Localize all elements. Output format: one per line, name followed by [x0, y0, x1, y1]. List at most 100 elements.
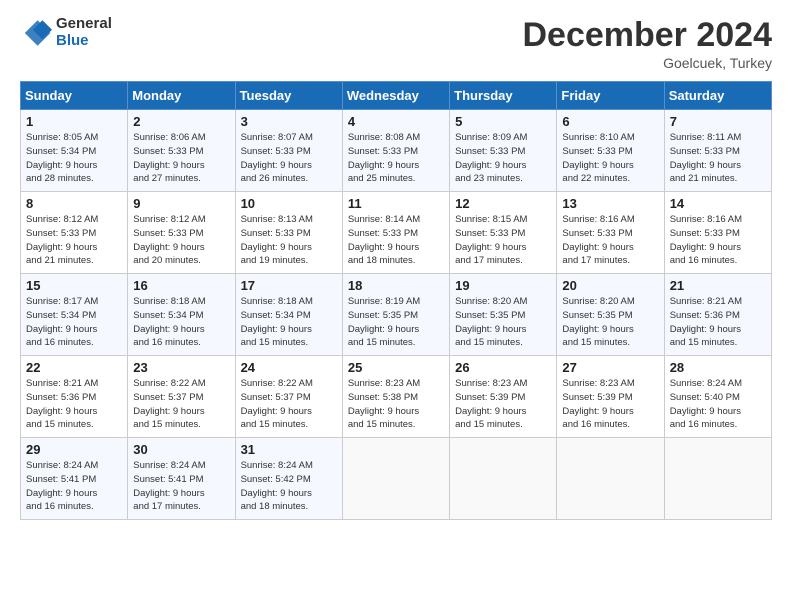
day-number: 17 [241, 278, 337, 293]
day-number: 25 [348, 360, 444, 375]
day-number: 1 [26, 114, 122, 129]
day-number: 7 [670, 114, 766, 129]
title-area: December 2024 Goelcuek, Turkey [522, 16, 772, 71]
day-detail: Sunrise: 8:24 AM Sunset: 5:40 PM Dayligh… [670, 377, 766, 432]
day-detail: Sunrise: 8:21 AM Sunset: 5:36 PM Dayligh… [26, 377, 122, 432]
day-detail: Sunrise: 8:19 AM Sunset: 5:35 PM Dayligh… [348, 295, 444, 350]
calendar-cell: 23Sunrise: 8:22 AM Sunset: 5:37 PM Dayli… [128, 356, 235, 438]
day-number: 22 [26, 360, 122, 375]
day-detail: Sunrise: 8:24 AM Sunset: 5:41 PM Dayligh… [26, 459, 122, 514]
calendar-cell: 5Sunrise: 8:09 AM Sunset: 5:33 PM Daylig… [450, 110, 557, 192]
calendar-cell: 14 Sunrise: 8:16 AM Sunset: 5:33 PM Dayli… [664, 192, 771, 274]
weekday-header-row: SundayMondayTuesdayWednesdayThursdayFrid… [21, 82, 772, 110]
header: General Blue December 2024 Goelcuek, Tur… [20, 16, 772, 71]
calendar-week-row: 15Sunrise: 8:17 AM Sunset: 5:34 PM Dayli… [21, 274, 772, 356]
location-subtitle: Goelcuek, Turkey [522, 55, 772, 71]
logo-icon [20, 17, 52, 49]
day-number: 9 [133, 196, 229, 211]
day-detail: Sunrise: 8:20 AM Sunset: 5:35 PM Dayligh… [562, 295, 658, 350]
calendar-week-row: 22 Sunrise: 8:21 AM Sunset: 5:36 PM Dayli… [21, 356, 772, 438]
day-number: 2 [133, 114, 229, 129]
day-detail: Sunrise: 8:18 AM Sunset: 5:34 PM Dayligh… [241, 295, 337, 350]
day-detail: Sunrise: 8:11 AM Sunset: 5:33 PM Dayligh… [670, 131, 766, 186]
day-detail: Sunrise: 8:24 AM Sunset: 5:42 PM Dayligh… [241, 459, 337, 514]
weekday-header-saturday: Saturday [664, 82, 771, 110]
day-number: 6 [562, 114, 658, 129]
calendar-cell: 10 Sunrise: 8:13 AM Sunset: 5:33 PM Dayli… [235, 192, 342, 274]
day-detail: Sunrise: 8:12 AM Sunset: 5:33 PM Dayligh… [133, 213, 229, 268]
weekday-header-friday: Friday [557, 82, 664, 110]
day-number: 12 [455, 196, 551, 211]
weekday-header-monday: Monday [128, 82, 235, 110]
day-detail: Sunrise: 8:21 AM Sunset: 5:36 PM Dayligh… [670, 295, 766, 350]
day-number: 8 [26, 196, 122, 211]
logo: General Blue [20, 16, 112, 49]
calendar-cell: 8Sunrise: 8:12 AM Sunset: 5:33 PM Daylig… [21, 192, 128, 274]
calendar-week-row: 8 Sunrise: 8:12 AM Sunset: 5:33 PM Daylig… [21, 192, 772, 274]
day-detail: Sunrise: 8:10 AM Sunset: 5:33 PM Dayligh… [562, 131, 658, 186]
day-number: 18 [348, 278, 444, 293]
day-number: 5 [455, 114, 551, 129]
day-number: 13 [562, 196, 658, 211]
day-detail: Sunrise: 8:20 AM Sunset: 5:35 PM Dayligh… [455, 295, 551, 350]
calendar-cell: 20 Sunrise: 8:20 AM Sunset: 5:35 PM Dayli… [557, 274, 664, 356]
weekday-header-thursday: Thursday [450, 82, 557, 110]
calendar-cell: 12 Sunrise: 8:15 AM Sunset: 5:33 PM Dayli… [450, 192, 557, 274]
day-number: 20 [562, 278, 658, 293]
calendar-cell: 28 Sunrise: 8:24 AM Sunset: 5:40 PM Dayli… [664, 356, 771, 438]
calendar-cell [342, 438, 449, 520]
day-number: 10 [241, 196, 337, 211]
day-number: 14 [670, 196, 766, 211]
calendar-cell: 4 Sunrise: 8:08 AM Sunset: 5:33 PM Daylig… [342, 110, 449, 192]
calendar-cell: 27Sunrise: 8:23 AM Sunset: 5:39 PM Dayli… [557, 356, 664, 438]
day-detail: Sunrise: 8:24 AM Sunset: 5:41 PM Dayligh… [133, 459, 229, 514]
weekday-header-wednesday: Wednesday [342, 82, 449, 110]
day-number: 23 [133, 360, 229, 375]
calendar-cell: 11Sunrise: 8:14 AM Sunset: 5:33 PM Dayli… [342, 192, 449, 274]
calendar-cell: 25 Sunrise: 8:23 AM Sunset: 5:38 PM Dayli… [342, 356, 449, 438]
day-detail: Sunrise: 8:13 AM Sunset: 5:33 PM Dayligh… [241, 213, 337, 268]
calendar-cell [557, 438, 664, 520]
weekday-header-sunday: Sunday [21, 82, 128, 110]
day-detail: Sunrise: 8:23 AM Sunset: 5:39 PM Dayligh… [455, 377, 551, 432]
day-detail: Sunrise: 8:07 AM Sunset: 5:33 PM Dayligh… [241, 131, 337, 186]
day-detail: Sunrise: 8:15 AM Sunset: 5:33 PM Dayligh… [455, 213, 551, 268]
calendar-week-row: 1 Sunrise: 8:05 AM Sunset: 5:34 PM Daylig… [21, 110, 772, 192]
day-detail: Sunrise: 8:08 AM Sunset: 5:33 PM Dayligh… [348, 131, 444, 186]
day-number: 27 [562, 360, 658, 375]
day-detail: Sunrise: 8:05 AM Sunset: 5:34 PM Dayligh… [26, 131, 122, 186]
day-number: 30 [133, 442, 229, 457]
calendar-cell: 31 Sunrise: 8:24 AM Sunset: 5:42 PM Dayli… [235, 438, 342, 520]
weekday-header-tuesday: Tuesday [235, 82, 342, 110]
day-number: 28 [670, 360, 766, 375]
day-number: 24 [241, 360, 337, 375]
calendar-cell: 16 Sunrise: 8:18 AM Sunset: 5:34 PM Dayli… [128, 274, 235, 356]
calendar-cell: 13Sunrise: 8:16 AM Sunset: 5:33 PM Dayli… [557, 192, 664, 274]
calendar-cell: 6 Sunrise: 8:10 AM Sunset: 5:33 PM Daylig… [557, 110, 664, 192]
day-number: 19 [455, 278, 551, 293]
calendar-cell: 19 Sunrise: 8:20 AM Sunset: 5:35 PM Dayli… [450, 274, 557, 356]
month-title: December 2024 [522, 16, 772, 55]
day-detail: Sunrise: 8:17 AM Sunset: 5:34 PM Dayligh… [26, 295, 122, 350]
day-number: 31 [241, 442, 337, 457]
calendar-cell: 29 Sunrise: 8:24 AM Sunset: 5:41 PM Dayli… [21, 438, 128, 520]
day-number: 16 [133, 278, 229, 293]
calendar-cell: 18 Sunrise: 8:19 AM Sunset: 5:35 PM Dayli… [342, 274, 449, 356]
day-detail: Sunrise: 8:23 AM Sunset: 5:38 PM Dayligh… [348, 377, 444, 432]
calendar-cell [450, 438, 557, 520]
calendar-table: SundayMondayTuesdayWednesdayThursdayFrid… [20, 81, 772, 520]
day-detail: Sunrise: 8:22 AM Sunset: 5:37 PM Dayligh… [241, 377, 337, 432]
calendar-cell: 9 Sunrise: 8:12 AM Sunset: 5:33 PM Daylig… [128, 192, 235, 274]
day-number: 26 [455, 360, 551, 375]
day-number: 29 [26, 442, 122, 457]
calendar-cell: 3Sunrise: 8:07 AM Sunset: 5:33 PM Daylig… [235, 110, 342, 192]
day-number: 4 [348, 114, 444, 129]
day-detail: Sunrise: 8:16 AM Sunset: 5:33 PM Dayligh… [670, 213, 766, 268]
calendar-cell: 26 Sunrise: 8:23 AM Sunset: 5:39 PM Dayli… [450, 356, 557, 438]
logo-text: General Blue [56, 16, 112, 49]
day-detail: Sunrise: 8:18 AM Sunset: 5:34 PM Dayligh… [133, 295, 229, 350]
calendar-cell: 24 Sunrise: 8:22 AM Sunset: 5:37 PM Dayli… [235, 356, 342, 438]
calendar-cell: 7 Sunrise: 8:11 AM Sunset: 5:33 PM Daylig… [664, 110, 771, 192]
day-detail: Sunrise: 8:06 AM Sunset: 5:33 PM Dayligh… [133, 131, 229, 186]
calendar-cell: 22 Sunrise: 8:21 AM Sunset: 5:36 PM Dayli… [21, 356, 128, 438]
